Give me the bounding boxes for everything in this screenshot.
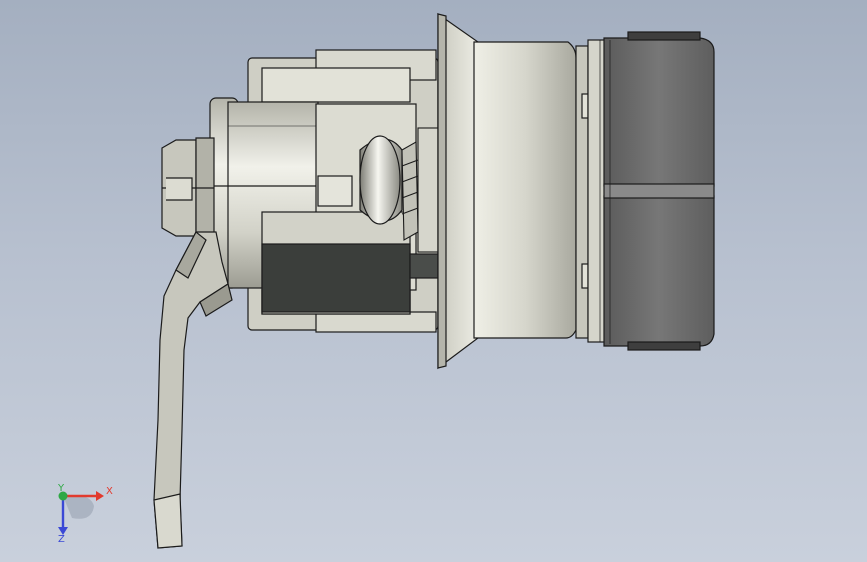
main-body[interactable] (473, 39, 613, 343)
orientation-triad: X Y Z (57, 483, 113, 544)
lock-assembly-model[interactable] (0, 0, 867, 562)
connector-block[interactable] (603, 31, 715, 351)
detent-ball[interactable] (359, 135, 403, 225)
spring[interactable] (401, 127, 439, 253)
y-axis-label: Y (57, 483, 65, 494)
bezel-flange[interactable] (437, 12, 479, 370)
x-axis-arrow (96, 491, 104, 501)
hex-nut[interactable] (161, 137, 215, 239)
cam-lever[interactable] (153, 231, 233, 549)
cad-viewport[interactable]: X Y Z (0, 0, 867, 562)
x-axis-label: X (106, 486, 113, 497)
z-axis-label: Z (58, 534, 65, 544)
